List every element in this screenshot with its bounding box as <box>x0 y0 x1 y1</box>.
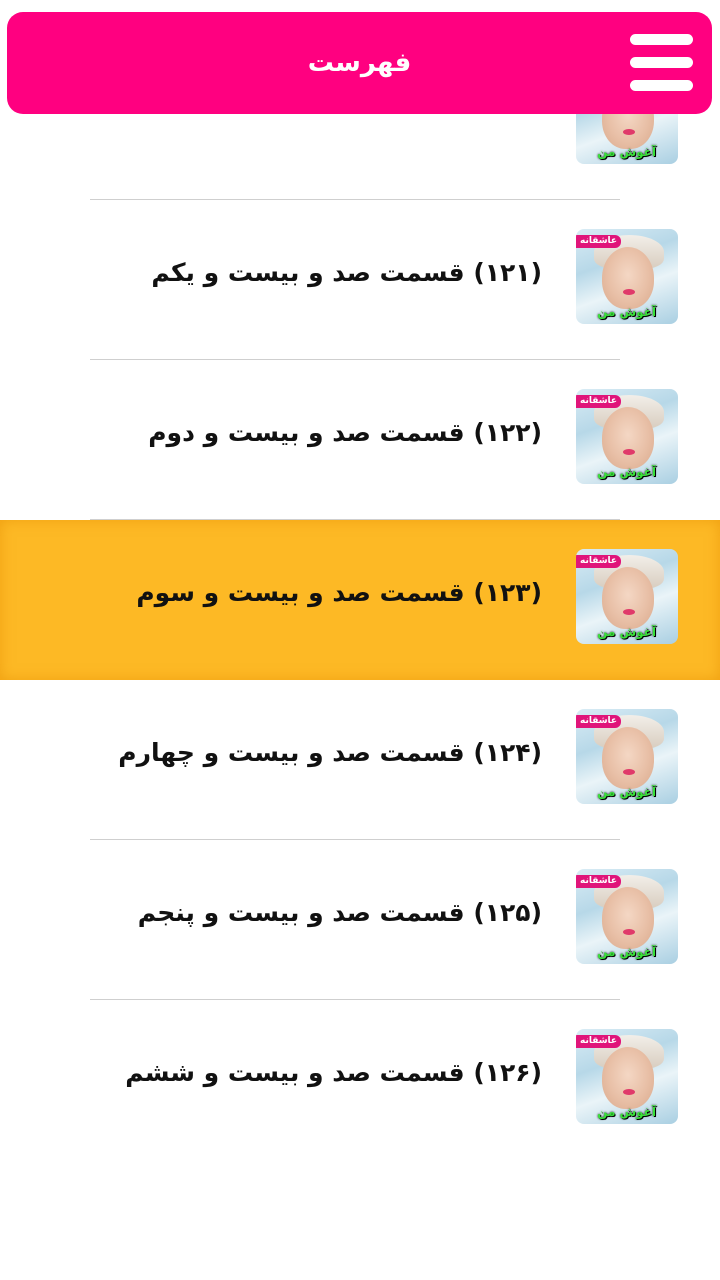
thumbnail-tag-top: عاشقانه <box>576 555 622 568</box>
episode-thumbnail: عاشقانه آغوش من <box>576 709 678 804</box>
episode-title: (۱۲۶) قسمت صد و بیست و ششم <box>125 1058 542 1087</box>
menu-bar <box>630 80 693 91</box>
list-item[interactable]: عاشقانه آغوش من (۱۲۵) قسمت صد و بیست و پ… <box>0 840 720 1000</box>
episode-title: (۱۲۲) قسمت صد و بیست و دوم <box>148 418 542 447</box>
episode-title: (۱۲۳) قسمت صد و بیست و سوم <box>136 578 542 607</box>
thumbnail-lips <box>623 1089 635 1095</box>
thumbnail-face <box>602 1047 654 1109</box>
episode-list[interactable]: عاشقانه آغوش من عاشقانه آغوش من (۱۲۱) قس… <box>0 40 720 1160</box>
menu-bar <box>630 57 693 68</box>
thumbnail-tag-bottom: آغوش من <box>597 1105 656 1119</box>
thumbnail-lips <box>623 769 635 775</box>
app-header: فهرست <box>7 12 712 114</box>
thumbnail-tag-bottom: آغوش من <box>597 945 656 959</box>
menu-bar <box>630 34 693 45</box>
thumbnail-face <box>602 567 654 629</box>
list-item-selected[interactable]: عاشقانه آغوش من (۱۲۳) قسمت صد و بیست و س… <box>0 520 720 680</box>
thumbnail-tag-top: عاشقانه <box>576 1035 622 1048</box>
list-item[interactable]: عاشقانه آغوش من (۱۲۲) قسمت صد و بیست و د… <box>0 360 720 520</box>
thumbnail-face <box>602 407 654 469</box>
thumbnail-face <box>602 247 654 309</box>
thumbnail-tag-bottom: آغوش من <box>597 305 656 319</box>
page-title: فهرست <box>307 48 412 78</box>
hamburger-menu-icon[interactable] <box>626 34 696 92</box>
app-screen: عاشقانه آغوش من عاشقانه آغوش من (۱۲۱) قس… <box>0 0 720 1280</box>
thumbnail-tag-top: عاشقانه <box>576 715 622 728</box>
episode-thumbnail: عاشقانه آغوش من <box>576 1029 678 1124</box>
episode-title: (۱۲۴) قسمت صد و بیست و چهارم <box>118 738 542 767</box>
thumbnail-tag-top: عاشقانه <box>576 395 622 408</box>
list-item[interactable]: عاشقانه آغوش من (۱۲۱) قسمت صد و بیست و ی… <box>0 200 720 360</box>
episode-title: (۱۲۱) قسمت صد و بیست و یکم <box>151 258 542 287</box>
episode-thumbnail: عاشقانه آغوش من <box>576 549 678 644</box>
thumbnail-lips <box>623 609 635 615</box>
thumbnail-face <box>602 727 654 789</box>
episode-thumbnail: عاشقانه آغوش من <box>576 229 678 324</box>
list-item[interactable]: عاشقانه آغوش من (۱۲۴) قسمت صد و بیست و چ… <box>0 680 720 840</box>
thumbnail-tag-top: عاشقانه <box>576 235 622 248</box>
thumbnail-tag-bottom: آغوش من <box>597 465 656 479</box>
thumbnail-tag-bottom: آغوش من <box>597 625 656 639</box>
episode-thumbnail: عاشقانه آغوش من <box>576 389 678 484</box>
episode-title: (۱۲۵) قسمت صد و بیست و پنجم <box>137 898 542 927</box>
thumbnail-lips <box>623 929 635 935</box>
thumbnail-lips <box>623 449 635 455</box>
episode-thumbnail: عاشقانه آغوش من <box>576 869 678 964</box>
thumbnail-tag-bottom: آغوش من <box>597 785 656 799</box>
thumbnail-tag-top: عاشقانه <box>576 875 622 888</box>
thumbnail-lips <box>623 289 635 295</box>
list-item[interactable]: عاشقانه آغوش من (۱۲۶) قسمت صد و بیست و ش… <box>0 1000 720 1160</box>
thumbnail-face <box>602 887 654 949</box>
thumbnail-lips <box>623 129 635 135</box>
thumbnail-tag-bottom: آغوش من <box>597 145 656 159</box>
